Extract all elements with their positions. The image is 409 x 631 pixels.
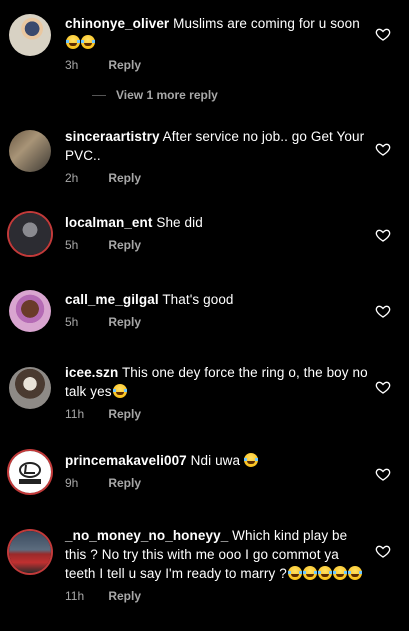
laughing-emoji-icon	[112, 384, 127, 398]
avatar[interactable]	[9, 130, 51, 172]
comment-time: 11h	[65, 407, 85, 421]
comment-meta: 5h Reply	[65, 238, 369, 254]
comment-text: chinonye_oliver Muslims are coming for u…	[65, 14, 369, 52]
comment-username[interactable]: icee.szn	[65, 365, 118, 380]
comment-message: She did	[156, 215, 203, 230]
laughing-emoji-icon	[332, 566, 347, 580]
laughing-emoji-icon	[317, 566, 332, 580]
comment-meta: 11h Reply	[65, 589, 369, 605]
comment-meta: 9h Reply	[65, 476, 369, 492]
avatar[interactable]	[9, 14, 51, 56]
comment-body: _no_money_no_honeyy_ Which kind play be …	[65, 526, 369, 605]
lexus-logo-icon	[19, 462, 41, 484]
comment-text: icee.szn This one dey force the ring o, …	[65, 363, 369, 401]
comment-body: localman_ent She did 5h Reply	[65, 213, 369, 254]
heart-icon[interactable]	[375, 379, 391, 395]
laughing-emoji-icon	[347, 566, 362, 580]
reply-button[interactable]: Reply	[108, 171, 141, 185]
avatar[interactable]	[9, 451, 51, 493]
comment-time: 5h	[65, 238, 79, 252]
comment-message: Muslims are coming for u soon	[173, 16, 360, 31]
comment-username[interactable]: _no_money_no_honeyy_	[65, 528, 228, 543]
comment-text: call_me_gilgal That's good	[65, 290, 369, 309]
comment-body: call_me_gilgal That's good 5h Reply	[65, 290, 369, 331]
heart-icon[interactable]	[375, 303, 391, 319]
reply-button[interactable]: Reply	[108, 58, 141, 72]
reply-button[interactable]: Reply	[108, 476, 141, 490]
comment-username[interactable]: localman_ent	[65, 215, 152, 230]
view-more-replies[interactable]: View 1 more reply	[92, 88, 218, 102]
comment-text: sinceraartistry After service no job.. g…	[65, 127, 369, 165]
comment-time: 9h	[65, 476, 79, 490]
comment-username[interactable]: chinonye_oliver	[65, 16, 169, 31]
laughing-emoji-icon	[81, 35, 95, 49]
comment-username[interactable]: princemakaveli007	[65, 453, 187, 468]
laughing-emoji-icon	[287, 566, 302, 580]
heart-icon[interactable]	[375, 543, 391, 559]
view-more-label[interactable]: View 1 more reply	[116, 88, 218, 102]
comment-time: 3h	[65, 58, 79, 72]
comment-body: princemakaveli007 Ndi uwa 9h Reply	[65, 451, 369, 492]
laughing-emoji-icon	[302, 566, 317, 580]
comment-body: chinonye_oliver Muslims are coming for u…	[65, 14, 369, 74]
comment-username[interactable]: call_me_gilgal	[65, 292, 159, 307]
reply-button[interactable]: Reply	[108, 407, 141, 421]
comment-meta: 11h Reply	[65, 407, 369, 423]
heart-icon[interactable]	[375, 141, 391, 157]
reply-button[interactable]: Reply	[108, 315, 141, 329]
comment-message: Ndi uwa	[190, 453, 241, 468]
heart-icon[interactable]	[375, 227, 391, 243]
heart-icon[interactable]	[375, 466, 391, 482]
comment-meta: 3h Reply	[65, 58, 369, 74]
comment-meta: 5h Reply	[65, 315, 369, 331]
heart-icon[interactable]	[375, 26, 391, 42]
comment-text: localman_ent She did	[65, 213, 369, 232]
avatar[interactable]	[9, 531, 51, 573]
avatar[interactable]	[9, 367, 51, 409]
comment-time: 5h	[65, 315, 79, 329]
comment-meta: 2h Reply	[65, 171, 369, 187]
reply-button[interactable]: Reply	[108, 589, 141, 603]
divider-line	[92, 95, 106, 97]
comment-time: 11h	[65, 589, 85, 603]
comment-message: That's good	[162, 292, 234, 307]
comment-time: 2h	[65, 171, 79, 185]
avatar[interactable]	[9, 213, 51, 255]
comment-body: sinceraartistry After service no job.. g…	[65, 127, 369, 187]
laughing-emoji-icon	[66, 35, 80, 49]
avatar[interactable]	[9, 290, 51, 332]
comment-text: princemakaveli007 Ndi uwa	[65, 451, 369, 470]
comment-username[interactable]: sinceraartistry	[65, 129, 160, 144]
comment-body: icee.szn This one dey force the ring o, …	[65, 363, 369, 423]
comment-text: _no_money_no_honeyy_ Which kind play be …	[65, 526, 369, 583]
reply-button[interactable]: Reply	[108, 238, 141, 252]
laughing-emoji-icon	[244, 453, 259, 467]
